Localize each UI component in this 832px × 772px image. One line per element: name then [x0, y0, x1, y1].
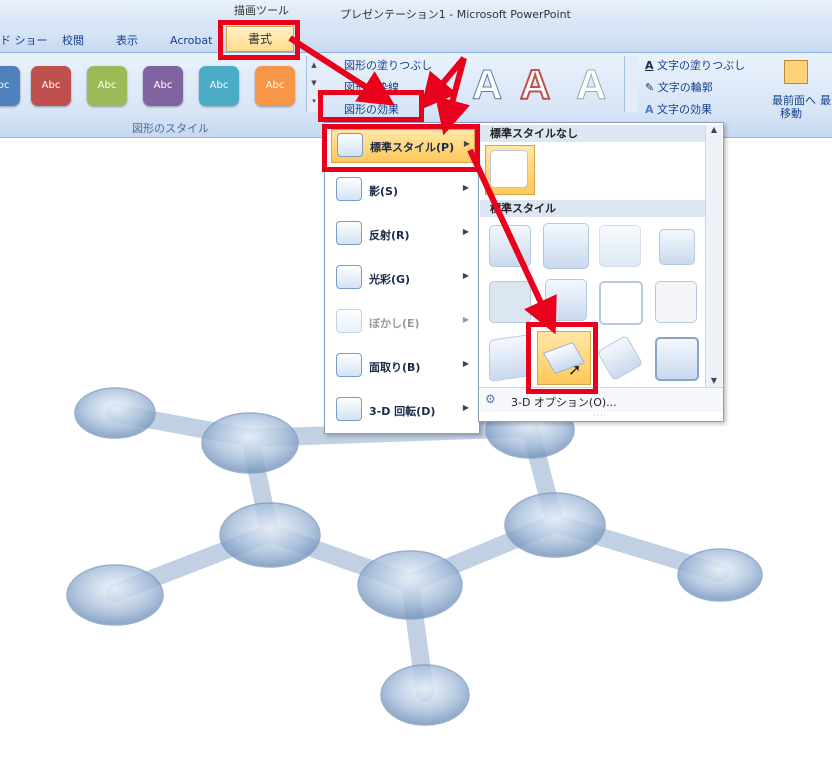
tab-review[interactable]: 校閲 [62, 32, 84, 50]
preset-option[interactable] [599, 281, 643, 325]
submenu-arrow-icon: ▶ [462, 271, 469, 280]
no-preset-icon [490, 150, 528, 188]
preset-gallery: 標準スタイルなし 標準スタイル ➚ ▲ ▼ ⚙ 3-D オプション(O)... … [478, 122, 724, 422]
highlight-box [218, 20, 300, 60]
preset-option[interactable] [655, 337, 699, 381]
menu-item-glow[interactable]: 光彩(G) ▶ [331, 262, 473, 294]
bring-to-front-icon [784, 60, 808, 84]
menu-item-label: 反射(R) [369, 229, 410, 242]
title-bar: 描画ツール プレゼンテーション1 - Microsoft PowerPoint [0, 0, 832, 30]
text-outline-button[interactable]: ✎ 文字の輪郭 [645, 79, 713, 95]
reflection-icon [336, 221, 362, 245]
context-tool-label: 描画ツール [234, 4, 289, 17]
group-label-shape-styles: 図形のスタイル [132, 122, 209, 135]
scroll-up-icon[interactable]: ▲ [706, 125, 722, 134]
preset-option[interactable] [489, 225, 531, 267]
shape-style-swatch[interactable]: Abc [31, 66, 71, 106]
shape-fill-button[interactable]: 図形の塗りつぶし [344, 57, 432, 73]
presets-header: 標準スタイル [480, 200, 714, 217]
submenu-arrow-icon: ▶ [462, 403, 469, 412]
text-effects-button[interactable]: A 文字の効果 [645, 101, 712, 117]
3d-options-icon: ⚙ [485, 392, 496, 406]
no-preset-option[interactable] [485, 145, 535, 195]
menu-item-label: 面取り(B) [369, 361, 421, 374]
3d-options-row[interactable]: ⚙ 3-D オプション(O)... [479, 387, 723, 412]
highlight-box [322, 124, 480, 172]
wordart-style[interactable]: A [519, 60, 551, 110]
window-title: プレゼンテーション1 - Microsoft PowerPoint [340, 8, 571, 21]
wordart-style[interactable]: A [471, 60, 502, 110]
menu-item-reflection[interactable]: 反射(R) ▶ [331, 218, 473, 250]
scroll-down-icon[interactable]: ▼ [706, 376, 722, 385]
submenu-arrow-icon: ▶ [462, 227, 469, 236]
highlight-box [318, 90, 424, 122]
preset-option[interactable] [489, 281, 531, 323]
bevel-icon [336, 353, 362, 377]
text-fill-button[interactable]: A 文字の塗りつぶし [645, 57, 745, 73]
wordart-style[interactable]: A [575, 60, 606, 110]
shape-style-swatch[interactable]: Abc [0, 66, 20, 106]
resize-grip[interactable]: ···· [593, 411, 607, 420]
submenu-arrow-icon: ▶ [462, 359, 469, 368]
menu-item-soft-edges[interactable]: ぼかし(E) ▶ [331, 306, 473, 338]
text-outline-label: 文字の輪郭 [657, 81, 713, 94]
wordart-gallery-scroll[interactable] [624, 56, 638, 112]
menu-item-bevel[interactable]: 面取り(B) ▶ [331, 350, 473, 382]
bring-to-front-label-2: 移動 [780, 107, 802, 120]
menu-item-label: 影(S) [369, 185, 398, 198]
text-effects-label: 文字の効果 [657, 103, 713, 116]
ribbon-tab-bar: ド ショー 校閲 表示 Acrobat [0, 30, 832, 53]
text-effects-icon: A [645, 103, 654, 116]
menu-item-label: 3-D 回転(D) [369, 405, 436, 418]
preset-option[interactable] [659, 229, 695, 265]
menu-item-label: 光彩(G) [369, 273, 411, 286]
shadow-icon [336, 177, 362, 201]
3d-rotation-icon [336, 397, 362, 421]
menu-item-shadow[interactable]: 影(S) ▶ [331, 174, 473, 206]
highlight-box [526, 322, 598, 394]
send-backward-label[interactable]: 最 [820, 92, 831, 108]
preset-option[interactable] [655, 281, 697, 323]
submenu-arrow-icon: ▶ [462, 183, 469, 192]
tab-slideshow[interactable]: ド ショー [0, 32, 48, 50]
menu-item-label: ぼかし(E) [369, 317, 420, 330]
text-outline-icon: ✎ [645, 81, 655, 94]
soft-edges-icon [336, 309, 362, 333]
shape-style-swatch[interactable]: Abc [143, 66, 183, 106]
preset-option[interactable] [599, 225, 641, 267]
gallery-scrollbar[interactable]: ▲ ▼ [705, 125, 722, 387]
glow-icon [336, 265, 362, 289]
shape-style-swatch[interactable]: Abc [199, 66, 239, 106]
text-fill-label: 文字の塗りつぶし [657, 59, 746, 72]
bring-to-front-button[interactable]: 最前面へ 移動 [772, 56, 832, 120]
preset-option[interactable] [489, 334, 531, 382]
preset-option[interactable] [543, 223, 589, 269]
tab-view[interactable]: 表示 [116, 32, 138, 50]
3d-options-label: 3-D オプション(O)... [511, 396, 617, 409]
shape-style-swatch[interactable]: Abc [87, 66, 127, 106]
submenu-arrow-icon: ▶ [462, 315, 469, 324]
shape-style-swatch[interactable]: Abc [255, 66, 295, 106]
no-preset-header: 標準スタイルなし [480, 125, 714, 142]
menu-item-3d-rotation[interactable]: 3-D 回転(D) ▶ [331, 394, 473, 426]
preset-option[interactable] [596, 334, 644, 382]
text-fill-icon: A [645, 59, 654, 72]
preset-option[interactable] [545, 279, 587, 321]
tab-acrobat[interactable]: Acrobat [170, 32, 212, 50]
